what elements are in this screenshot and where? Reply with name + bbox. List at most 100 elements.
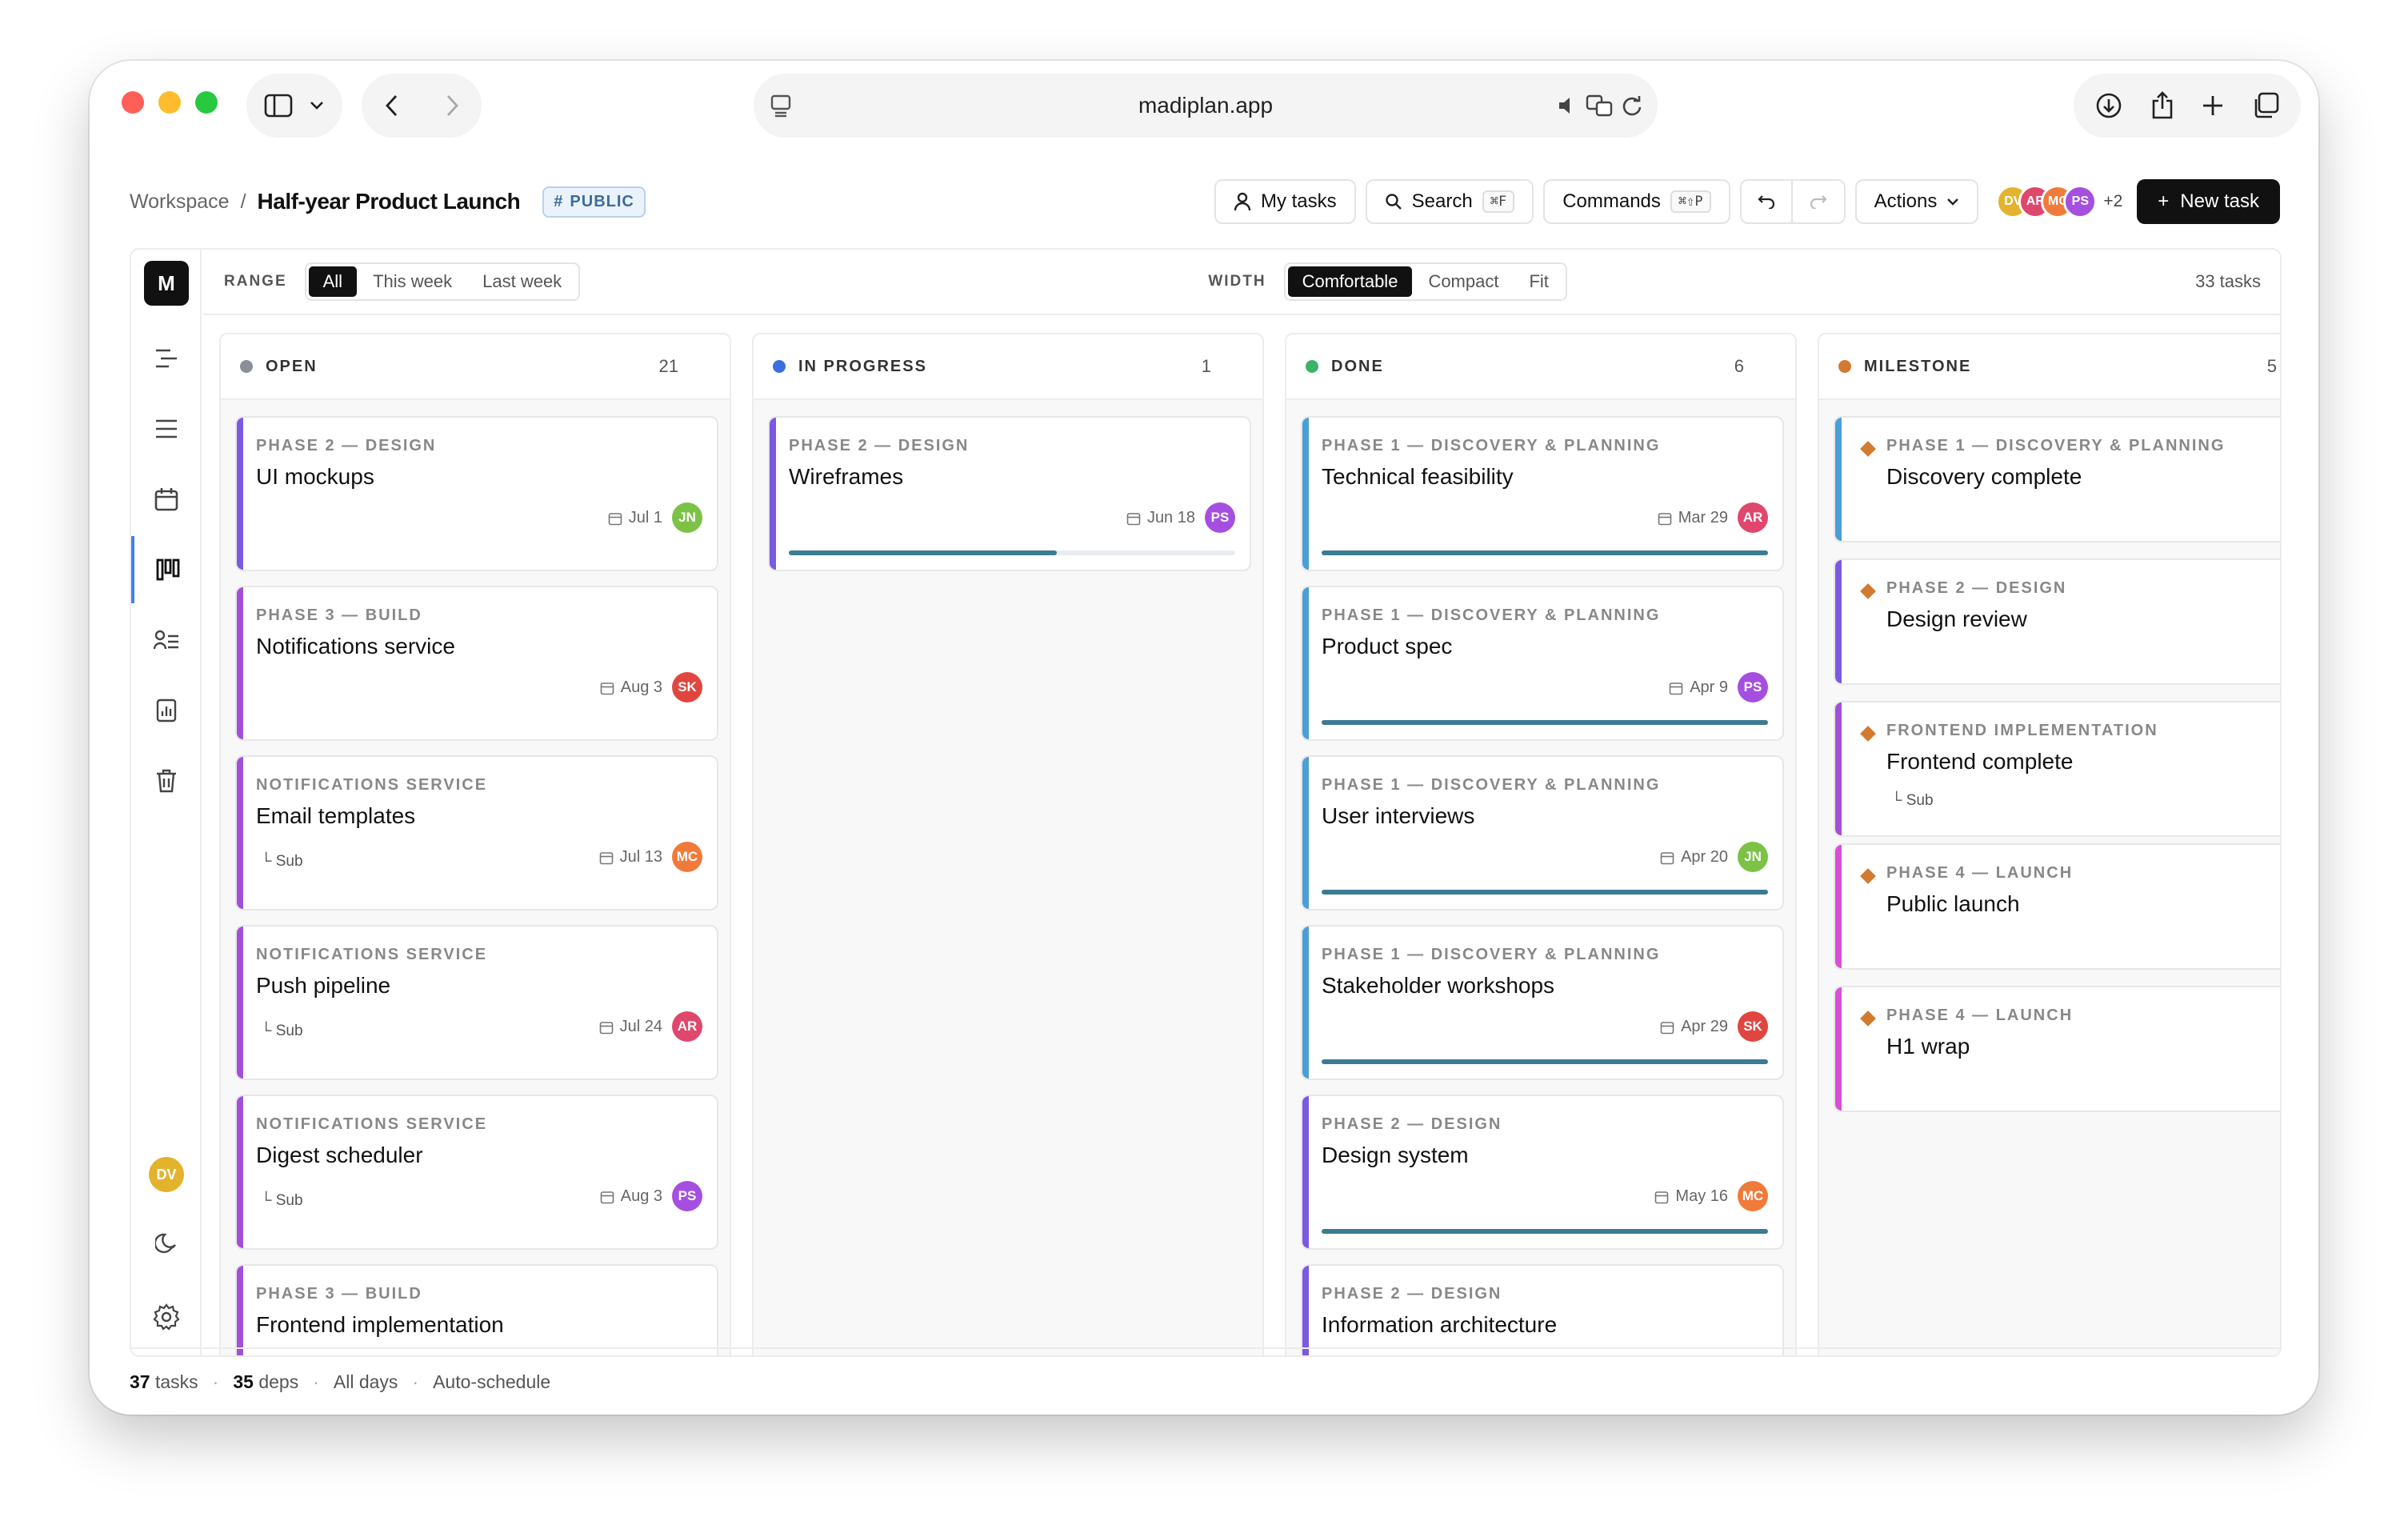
assignee-avatar[interactable]: AR xyxy=(1738,502,1768,533)
width-option[interactable]: Compact xyxy=(1414,266,1513,297)
card-phase: PHASE 3 — BUILD xyxy=(256,606,422,624)
column-header: MILESTONE 5 xyxy=(1819,334,2280,400)
new-tab-icon[interactable] xyxy=(2202,94,2224,117)
due-date: Apr 9 xyxy=(1669,678,1728,697)
forward-icon[interactable] xyxy=(445,94,459,118)
sidebar-toggle-icon[interactable] xyxy=(264,94,293,118)
task-card[interactable]: PHASE 1 — DISCOVERY & PLANNING Stakeholde… xyxy=(1301,925,1784,1080)
milestone-card[interactable]: FRONTEND IMPLEMENTATION Frontend complete… xyxy=(1834,701,2280,837)
card-phase: PHASE 1 — DISCOVERY & PLANNING xyxy=(1322,437,1661,454)
my-tasks-button[interactable]: My tasks xyxy=(1214,179,1356,224)
range-option[interactable]: All xyxy=(308,266,358,297)
more-members-count[interactable]: +2 xyxy=(2103,192,2122,211)
chevron-down-icon[interactable] xyxy=(309,100,325,111)
range-option[interactable]: Last week xyxy=(468,266,576,297)
undo-icon[interactable] xyxy=(1742,181,1793,222)
close-window-button[interactable] xyxy=(122,91,144,114)
tab-overview-icon[interactable] xyxy=(2252,92,2279,119)
task-card[interactable]: PHASE 2 — DESIGN Information architecture xyxy=(1301,1264,1784,1355)
reload-icon[interactable] xyxy=(1621,94,1643,117)
current-user-avatar[interactable]: DV xyxy=(149,1157,184,1192)
settings-gear-icon[interactable] xyxy=(131,1283,202,1351)
progress-fill xyxy=(1322,1059,1768,1064)
nav-reports-icon[interactable] xyxy=(131,677,202,744)
card-phase: PHASE 3 — BUILD xyxy=(256,1285,422,1303)
translate-icon[interactable] xyxy=(1586,94,1613,117)
milestone-card[interactable]: PHASE 2 — DESIGNDesign reviewJul xyxy=(1834,558,2280,685)
footer-auto-schedule[interactable]: Auto-schedule xyxy=(433,1371,550,1393)
card-title: Discovery complete xyxy=(1886,464,2082,489)
task-card[interactable]: PHASE 3 — BUILD Notifications service Aug … xyxy=(235,586,718,741)
milestone-card[interactable]: PHASE 1 — DISCOVERY & PLANNING Discovery … xyxy=(1834,416,2280,542)
visibility-badge[interactable]: # PUBLIC xyxy=(542,186,646,218)
search-button[interactable]: Search ⌘F xyxy=(1365,179,1534,224)
actions-dropdown[interactable]: Actions xyxy=(1854,179,1979,224)
task-card[interactable]: PHASE 2 — DESIGN UI mockups Jul 1 JN xyxy=(235,416,718,571)
assignee-avatar[interactable]: SK xyxy=(672,672,702,702)
task-card[interactable]: NOTIFICATIONS SERVICE Push pipeline └ Sub J… xyxy=(235,925,718,1080)
mute-icon[interactable] xyxy=(1557,95,1578,116)
address-bar[interactable]: madiplan.app xyxy=(754,74,1658,138)
card-phase: PHASE 1 — DISCOVERY & PLANNING xyxy=(1322,606,1661,624)
milestone-card[interactable]: PHASE 4 — LAUNCHPublic launchOct 1 xyxy=(1834,843,2280,970)
phase-color-bar xyxy=(237,1096,243,1248)
width-option[interactable]: Comfortable xyxy=(1287,266,1413,297)
nav-calendar-icon[interactable] xyxy=(131,466,202,533)
nav-list-icon[interactable] xyxy=(131,395,202,462)
phase-color-bar xyxy=(1302,587,1309,739)
task-card[interactable]: PHASE 2 — DESIGN Design system May 16 MC xyxy=(1301,1095,1784,1250)
assignee-avatar[interactable]: AR xyxy=(672,1011,702,1042)
width-option[interactable]: Fit xyxy=(1514,266,1562,297)
task-card[interactable]: PHASE 3 — BUILD Frontend implementation xyxy=(235,1264,718,1355)
card-title: Notifications service xyxy=(256,634,455,658)
maximize-window-button[interactable] xyxy=(195,91,218,114)
card-title: Push pipeline xyxy=(256,973,391,998)
share-icon[interactable] xyxy=(2150,91,2174,120)
nav-board-icon[interactable] xyxy=(131,536,202,603)
assignee-avatar[interactable]: PS xyxy=(672,1181,702,1211)
progress-bar xyxy=(1322,1059,1768,1064)
download-icon[interactable] xyxy=(2095,92,2122,119)
assignee-avatar[interactable]: PS xyxy=(1205,502,1235,533)
phase-color-bar xyxy=(770,418,776,570)
subtask-indicator: └ Sub xyxy=(261,1023,303,1040)
nav-people-icon[interactable] xyxy=(131,606,202,674)
assignee-avatar[interactable]: MC xyxy=(1738,1181,1768,1211)
assignee-avatar[interactable]: JN xyxy=(672,502,702,533)
member-avatars[interactable]: DV AR MC PS +2 xyxy=(1996,185,2122,218)
card-title: Wireframes xyxy=(789,464,904,489)
assignee-avatar[interactable]: MC xyxy=(672,842,702,872)
assignee-avatar[interactable]: JN xyxy=(1738,842,1768,872)
task-card[interactable]: PHASE 1 — DISCOVERY & PLANNING Product sp… xyxy=(1301,586,1784,741)
page-title[interactable]: Half-year Product Launch xyxy=(258,189,521,214)
due-date-text: Jul 1 xyxy=(628,509,662,526)
task-total: 33 tasks xyxy=(2195,271,2262,291)
commands-button[interactable]: Commands ⌘⇧P xyxy=(1543,179,1730,224)
footer-days[interactable]: All days xyxy=(334,1371,398,1393)
assignee-avatar[interactable]: SK xyxy=(1738,1011,1768,1042)
task-card[interactable]: NOTIFICATIONS SERVICE Email templates └ Su… xyxy=(235,755,718,911)
nav-trash-icon[interactable] xyxy=(131,747,202,815)
nav-timeline-icon[interactable] xyxy=(131,325,202,392)
dark-mode-icon[interactable] xyxy=(131,1210,202,1277)
task-card[interactable]: PHASE 1 — DISCOVERY & PLANNING Technical … xyxy=(1301,416,1784,571)
card-phase: PHASE 1 — DISCOVERY & PLANNING xyxy=(1886,437,2226,454)
range-option[interactable]: This week xyxy=(358,266,466,297)
task-card[interactable]: PHASE 2 — DESIGN Wireframes Jun 18 PS xyxy=(768,416,1251,571)
milestone-diamond-icon xyxy=(1860,583,1876,599)
task-card[interactable]: NOTIFICATIONS SERVICE Digest scheduler └ S… xyxy=(235,1095,718,1250)
due-date-text: May 16 xyxy=(1675,1187,1728,1205)
assignee-avatar[interactable]: PS xyxy=(1738,672,1768,702)
member-avatar[interactable]: PS xyxy=(2063,185,2098,218)
milestone-card[interactable]: PHASE 4 — LAUNCHH1 wrapOct 3 xyxy=(1834,986,2280,1112)
breadcrumb-workspace[interactable]: Workspace xyxy=(130,190,230,214)
task-card[interactable]: PHASE 1 — DISCOVERY & PLANNING User inter… xyxy=(1301,755,1784,911)
status-dot xyxy=(1838,360,1851,373)
column-title: OPEN xyxy=(266,357,318,375)
new-task-button[interactable]: + New task xyxy=(2137,179,2280,224)
milestone-diamond-icon xyxy=(1860,868,1876,884)
back-icon[interactable] xyxy=(385,94,399,118)
redo-icon[interactable] xyxy=(1793,181,1844,222)
app-logo[interactable]: M xyxy=(144,261,189,306)
minimize-window-button[interactable] xyxy=(158,91,181,114)
